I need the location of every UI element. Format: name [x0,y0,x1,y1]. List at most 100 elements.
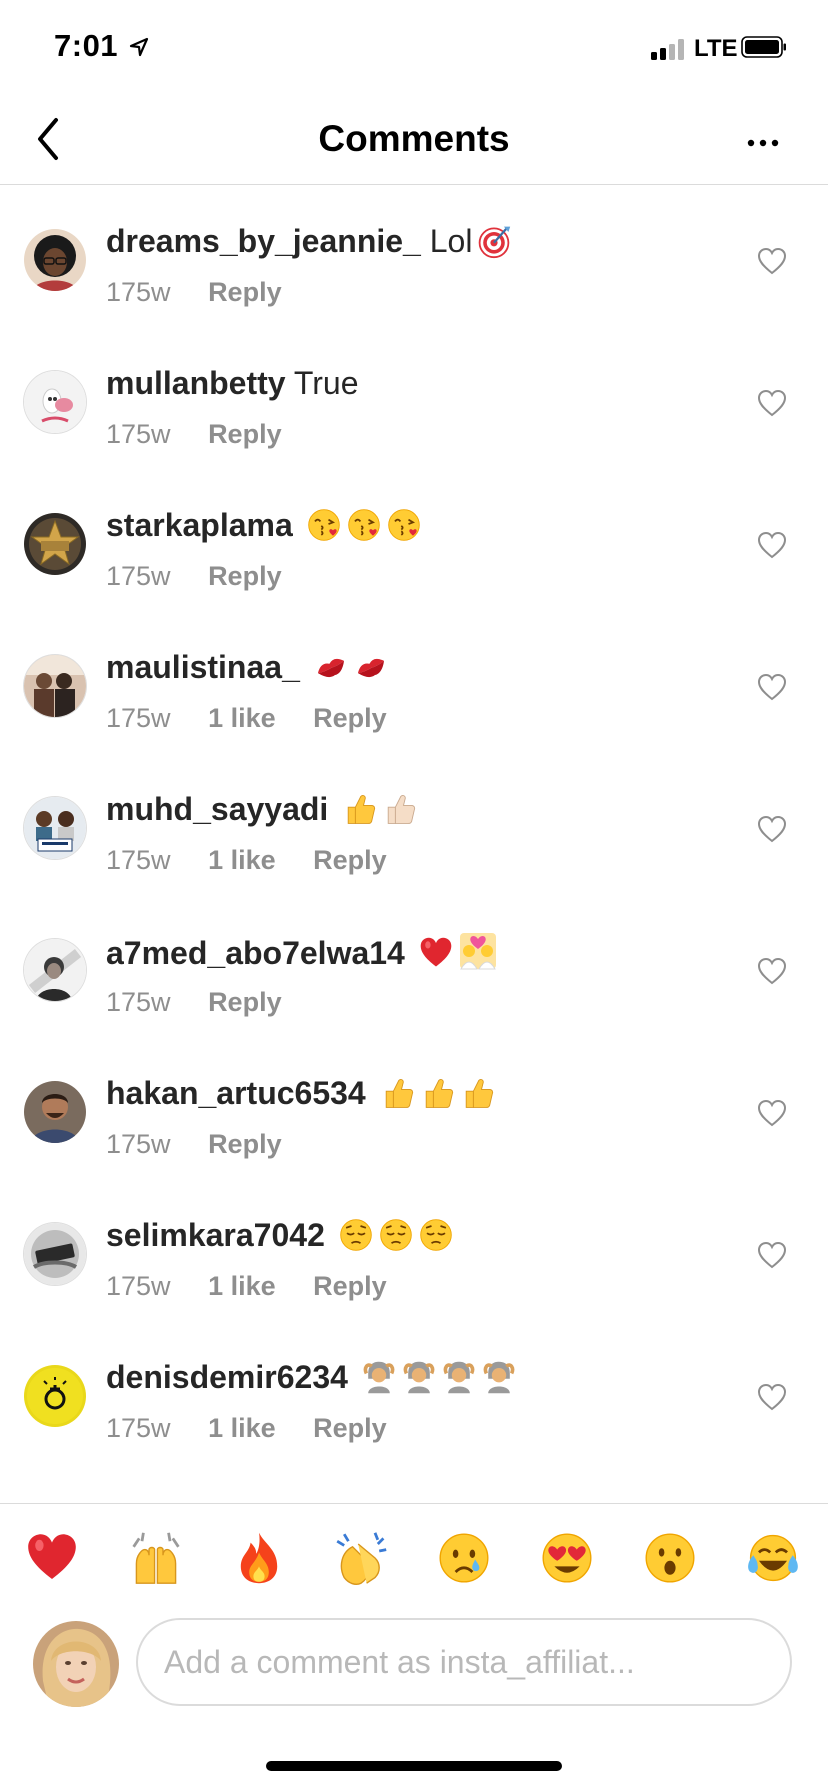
more-options-button[interactable] [740,122,786,162]
comment-likes[interactable]: 1 like [208,1271,276,1301]
comment-text: dreams_by_jeannie_ Lol [106,221,512,261]
heart-icon[interactable] [757,815,787,843]
reply-button[interactable]: Reply [208,1129,282,1159]
comment-meta: 175w Reply [106,277,312,308]
pensive-face-icon [338,1217,374,1253]
user-avatar [33,1621,119,1707]
heart-eyes-icon[interactable] [539,1530,595,1586]
heart-icon[interactable] [757,1383,787,1411]
direct-hit-icon [476,223,512,259]
comment-item: denisdemir6234 175w 1 like Reply [0,1321,828,1463]
header: Comments [0,100,828,185]
comment-username[interactable]: muhd_sayyadi [106,791,328,827]
reply-button[interactable]: Reply [313,845,387,875]
reply-button[interactable]: Reply [313,1413,387,1443]
avatar[interactable] [24,1081,86,1143]
comment-username[interactable]: mullanbetty [106,365,286,401]
reply-button[interactable]: Reply [208,419,282,449]
avatar[interactable] [24,1223,86,1285]
tears-of-joy-icon[interactable] [745,1530,801,1586]
comment-input[interactable] [136,1618,792,1706]
comment-text: mullanbetty True [106,363,359,403]
person-gesturing-ok-icon [441,1359,477,1395]
comment-meta: 175w 1 like Reply [106,845,417,876]
comment-text: muhd_sayyadi [106,789,417,829]
reply-button[interactable]: Reply [313,703,387,733]
comment-body: True [293,365,359,401]
page-title: Comments [318,118,510,159]
reply-button[interactable]: Reply [208,277,282,307]
avatar[interactable] [24,655,86,717]
comment-likes[interactable]: 1 like [208,1413,276,1443]
comment-likes[interactable]: 1 like [208,703,276,733]
comment-age: 175w [106,419,171,449]
comment-item: hakan_artuc6534 175w Reply [0,1037,828,1179]
comment-username[interactable]: starkaplama [106,507,293,543]
kiss-mark-icon [313,649,349,685]
comment-list[interactable]: dreams_by_jeannie_ Lol 175w Reply mullan… [0,185,828,1495]
comment-likes[interactable]: 1 like [208,845,276,875]
comment-item: starkaplama 175w Reply [0,469,828,611]
red-heart-icon[interactable] [24,1530,80,1586]
heart-icon[interactable] [757,247,787,275]
fire-icon[interactable] [231,1530,287,1586]
comment-item: a7med_abo7elwa14 175w Reply [0,895,828,1037]
heart-icon[interactable] [757,673,787,701]
avatar[interactable] [24,229,86,291]
kissing-face-icon [306,507,342,543]
avatar[interactable] [24,939,86,1001]
red-heart-icon [418,935,454,971]
comment-meta: 175w Reply [106,561,312,592]
kiss-mark-icon [353,649,389,685]
person-gesturing-ok-icon [481,1359,517,1395]
heart-icon[interactable] [757,1099,787,1127]
comment-age: 175w [106,277,171,307]
comment-item: selimkara7042 175w 1 like Reply [0,1179,828,1321]
comment-item: muhd_sayyadi 175w 1 like Reply [0,753,828,895]
clapping-hands-icon[interactable] [333,1530,389,1586]
comment-item: dreams_by_jeannie_ Lol 175w Reply [0,185,828,327]
crying-face-icon[interactable] [436,1530,492,1586]
thumbs-up-icon [419,1075,455,1111]
heart-icon[interactable] [757,389,787,417]
reply-button[interactable]: Reply [208,561,282,591]
thumbs-up-icon [381,791,417,827]
heart-icon[interactable] [757,957,787,985]
comment-meta: 175w 1 like Reply [106,703,417,734]
comment-username[interactable]: selimkara7042 [106,1217,325,1253]
comment-item: maulistinaa_ 175w 1 like Reply [0,611,828,753]
comment-username[interactable]: maulistinaa_ [106,649,300,685]
signal-icon [651,38,689,60]
pensive-face-icon [378,1217,414,1253]
comment-text: maulistinaa_ [106,647,389,687]
avatar[interactable] [24,371,86,433]
comment-age: 175w [106,703,171,733]
home-indicator [266,1761,562,1771]
quick-reactions-bar [0,1503,828,1604]
surprised-face-icon[interactable] [642,1530,698,1586]
reply-button[interactable]: Reply [208,987,282,1017]
comment-username[interactable]: dreams_by_jeannie_ [106,223,421,259]
avatar[interactable] [24,1365,86,1427]
comment-username[interactable]: hakan_artuc6534 [106,1075,366,1111]
comment-text: hakan_artuc6534 [106,1073,495,1113]
couple-with-heart-icon [458,931,498,971]
avatar[interactable] [24,513,86,575]
comment-text: selimkara7042 [106,1215,454,1255]
status-time: 7:01 [54,28,119,63]
avatar[interactable] [24,797,86,859]
comment-age: 175w [106,1271,171,1301]
comment-username[interactable]: a7med_abo7elwa14 [106,935,405,971]
raising-hands-icon[interactable] [128,1530,184,1586]
comment-body: Lol [429,223,473,259]
comment-text: starkaplama [106,505,422,545]
comment-age: 175w [106,1129,171,1159]
comment-age: 175w [106,1413,171,1443]
pensive-face-icon [418,1217,454,1253]
reply-button[interactable]: Reply [313,1271,387,1301]
heart-icon[interactable] [757,1241,787,1269]
comment-meta: 175w 1 like Reply [106,1271,417,1302]
comment-meta: 175w Reply [106,419,312,450]
heart-icon[interactable] [757,531,787,559]
comment-username[interactable]: denisdemir6234 [106,1359,348,1395]
